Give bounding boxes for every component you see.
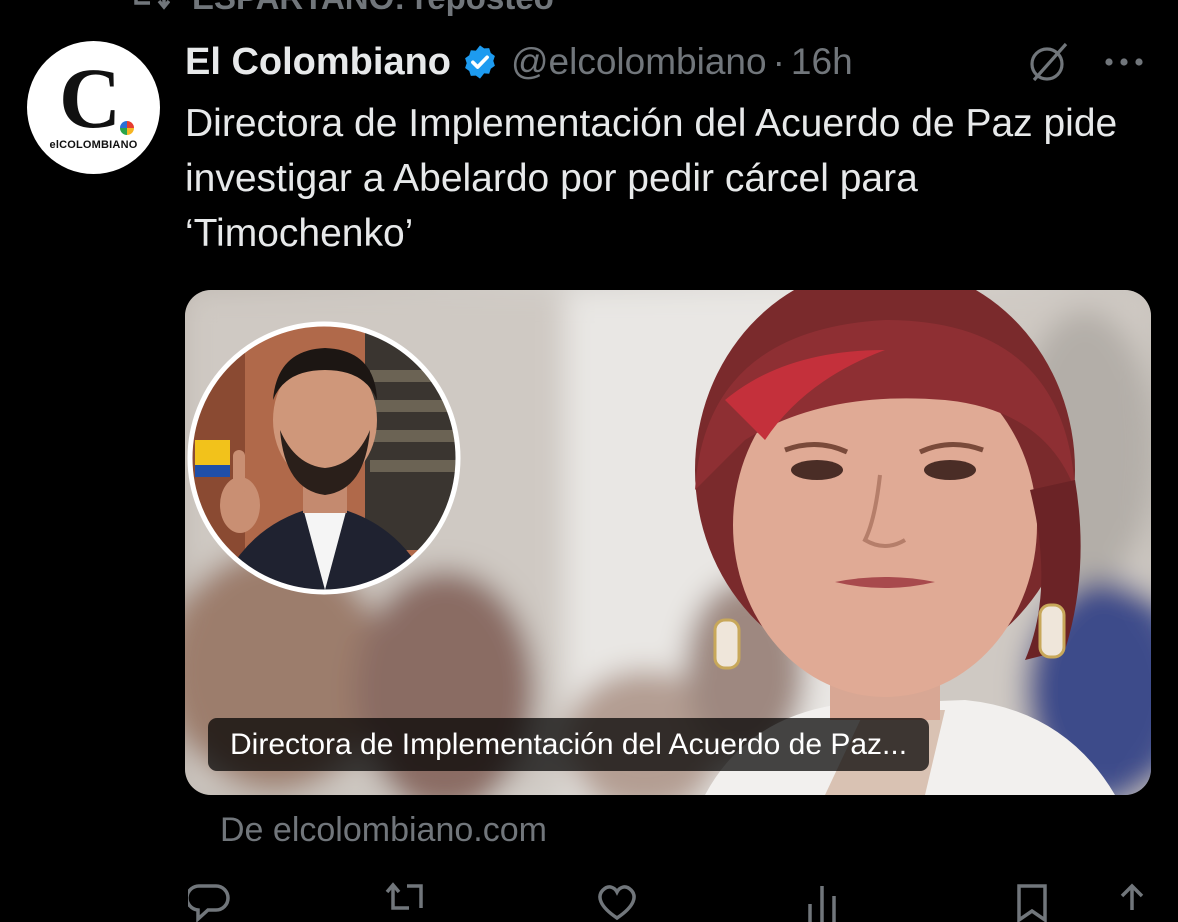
repost-banner-text: ESPARTANO: reposteó: [192, 0, 554, 17]
verified-badge-icon[interactable]: [461, 43, 499, 81]
share-button[interactable]: [1110, 882, 1154, 922]
card-caption: Directora de Implementación del Acuerdo …: [208, 718, 930, 771]
reply-button[interactable]: [188, 882, 246, 922]
author-handle[interactable]: @elcolombiano: [511, 41, 767, 83]
author-name[interactable]: El Colombiano: [185, 41, 451, 84]
bookmark-button[interactable]: [1010, 882, 1054, 922]
header-separator: ·: [772, 41, 785, 82]
tweet-text: Directora de Implementación del Acuerdo …: [185, 102, 1118, 255]
repost-banner[interactable]: ESPARTANO: reposteó: [130, 0, 554, 18]
repost-icon: [134, 0, 170, 10]
like-button[interactable]: [595, 882, 653, 922]
more-icon[interactable]: [1101, 40, 1147, 84]
avatar-logo-word: elCOLOMBIANO: [49, 139, 138, 151]
reply-icon: [188, 884, 230, 922]
repost-button[interactable]: [385, 882, 443, 922]
tweet-timestamp[interactable]: 16h: [791, 41, 853, 83]
bookmark-icon: [1017, 884, 1047, 922]
link-card[interactable]: Directora de Implementación del Acuerdo …: [185, 290, 1151, 795]
share-icon: [1120, 883, 1144, 910]
like-icon: [598, 885, 636, 921]
views-button[interactable]: [800, 882, 858, 922]
avatar-logo-dot: [120, 121, 134, 135]
repost-icon: [385, 882, 423, 910]
card-source[interactable]: De elcolombiano.com: [220, 811, 547, 850]
tweet-header: El Colombiano @elcolombiano · 16h: [185, 38, 853, 86]
views-icon: [808, 886, 836, 922]
avatar-logo-letter: C: [58, 50, 122, 146]
author-avatar[interactable]: C elCOLOMBIANO: [27, 41, 160, 174]
grok-icon[interactable]: [1026, 40, 1072, 84]
action-bar: [185, 874, 1145, 922]
